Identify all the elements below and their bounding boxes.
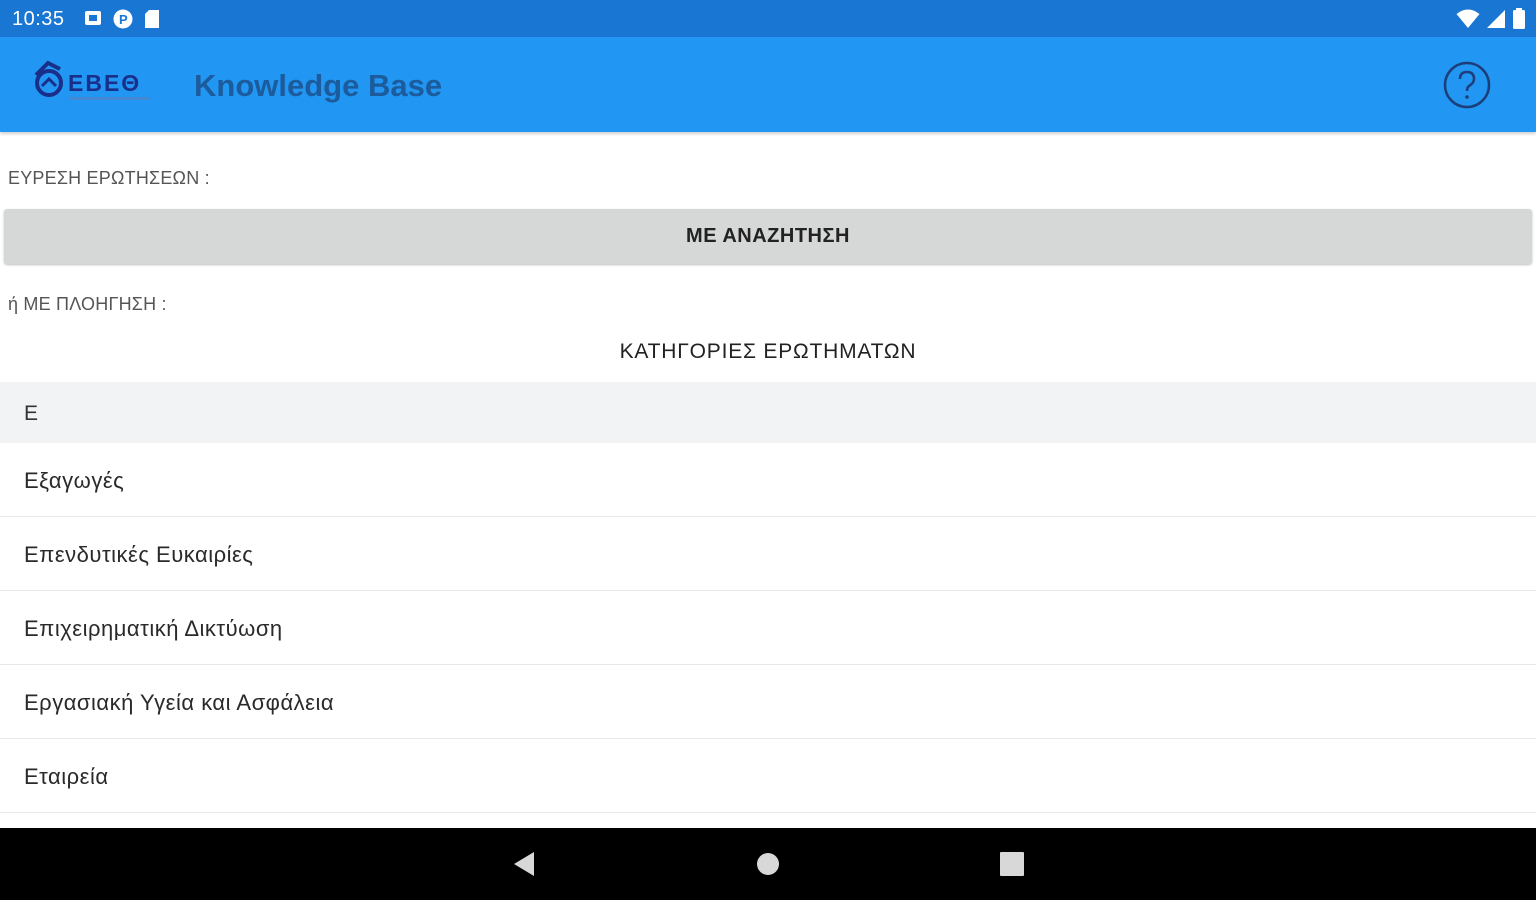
category-item-exports[interactable]: Εξαγωγές <box>0 443 1536 517</box>
cell-signal-icon <box>1487 10 1505 28</box>
search-button[interactable]: ΜΕ ΑΝΑΖΗΤΗΣΗ <box>4 209 1532 264</box>
category-list: Εξαγωγές Επενδυτικές Ευκαιρίες Επιχειρημ… <box>0 443 1536 813</box>
category-item-label: Εργασιακή Υγεία και Ασφάλεια <box>24 690 335 715</box>
category-item-label: Επενδυτικές Ευκαιρίες <box>24 542 254 567</box>
svg-text:P: P <box>119 12 128 27</box>
status-time: 10:35 <box>12 8 65 30</box>
logo-text: ΕΒΕΘ <box>68 70 141 96</box>
category-item-label: Επιχειρηματική Δικτύωση <box>24 616 283 641</box>
navigation-section-label: ή ΜΕ ΠΛΟΗΓΗΣΗ : <box>8 294 167 314</box>
group-letter: Ε <box>24 402 39 425</box>
status-bar: 10:35 P <box>0 0 1536 37</box>
back-icon[interactable] <box>508 848 540 880</box>
app-title: Knowledge Base <box>194 68 443 103</box>
notification-square-icon <box>85 11 101 25</box>
category-item-label: Εταιρεία <box>24 764 109 789</box>
categories-title: ΚΑΤΗΓΟΡΙΕΣ ΕΡΩΤΗΜΑΤΩΝ <box>619 340 917 363</box>
search-section-label: ΕΥΡΕΣΗ ΕΡΩΤΗΣΕΩΝ : <box>8 168 210 188</box>
system-nav-bar <box>0 828 1536 900</box>
battery-icon <box>1513 8 1525 29</box>
wifi-icon <box>1456 9 1480 28</box>
ebeth-logo: ΕΒΕΘ <box>34 60 150 100</box>
category-item-company[interactable]: Εταιρεία <box>0 739 1536 813</box>
app-p-icon: P <box>113 9 133 29</box>
group-header: Ε <box>0 382 1536 443</box>
recents-icon[interactable] <box>996 848 1028 880</box>
app-bar: ΕΒΕΘ Knowledge Base <box>0 37 1536 132</box>
category-item-label: Εξαγωγές <box>24 468 125 493</box>
category-item-occupational-health-safety[interactable]: Εργασιακή Υγεία και Ασφάλεια <box>0 665 1536 739</box>
category-item-business-networking[interactable]: Επιχειρηματική Δικτύωση <box>0 591 1536 665</box>
sd-card-icon <box>145 10 159 28</box>
help-icon[interactable] <box>1442 60 1492 110</box>
home-icon[interactable] <box>752 848 784 880</box>
category-item-investment-opportunities[interactable]: Επενδυτικές Ευκαιρίες <box>0 517 1536 591</box>
